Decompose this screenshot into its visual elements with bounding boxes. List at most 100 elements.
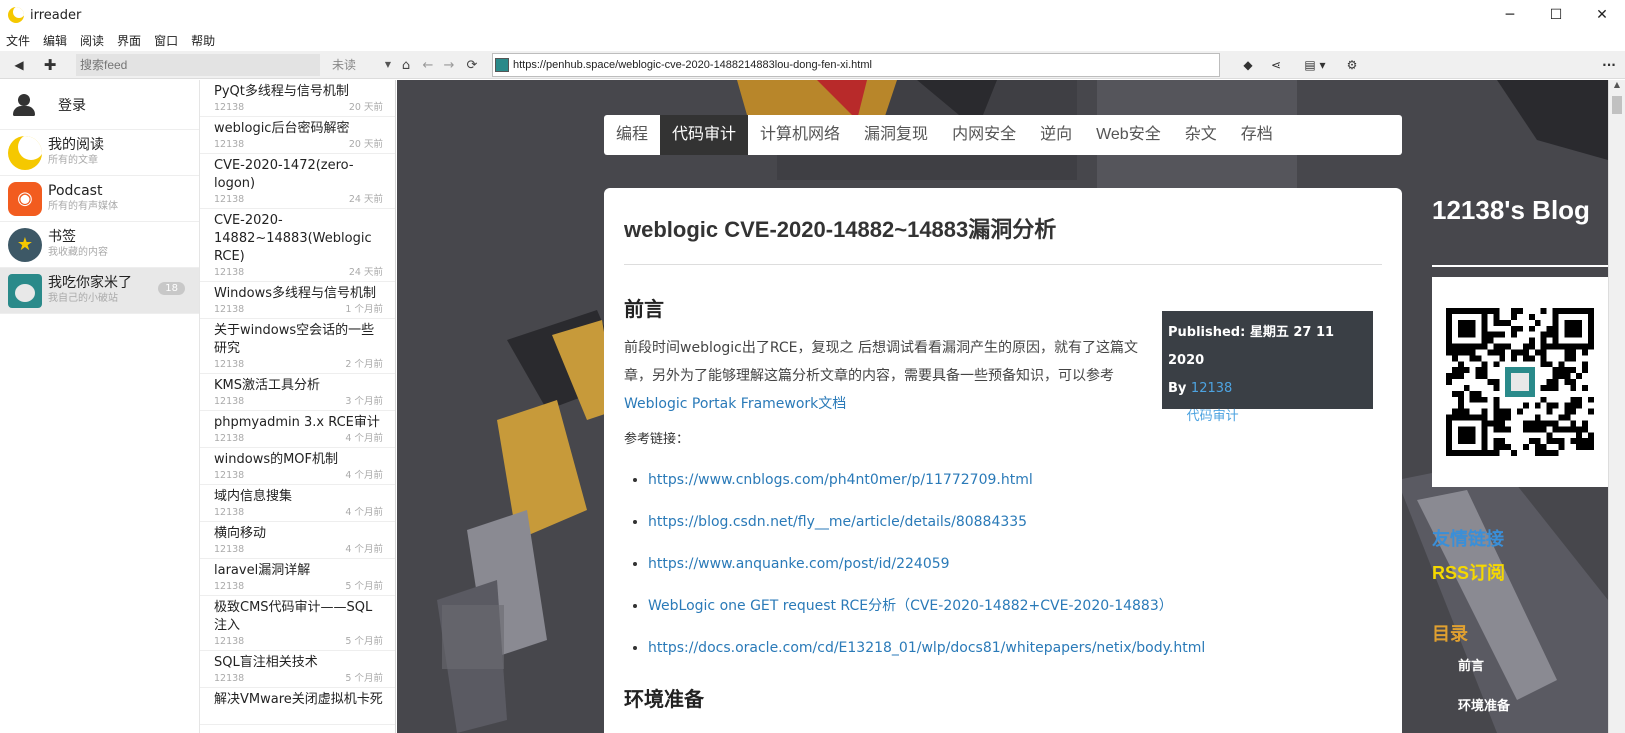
unread-filter-select[interactable]: 未读 ▼ — [329, 54, 394, 76]
list-item[interactable]: phpmyadmin 3.x RCE审计 12138 4 个月前 — [200, 411, 395, 448]
list-item: https://www.cnblogs.com/ph4nt0mer/p/1177… — [648, 459, 1382, 501]
rss-subscribe-link[interactable]: RSS订阅 — [1432, 559, 1505, 585]
feed-title: 我的阅读 — [48, 136, 104, 153]
search-feed-input[interactable] — [76, 54, 320, 76]
tab-misc[interactable]: 杂文 — [1173, 115, 1229, 155]
refresh-icon[interactable]: ⟳ — [462, 54, 482, 76]
url-bar[interactable]: https://penhub.space/weblogic-cve-2020-1… — [492, 53, 1220, 77]
tab-network[interactable]: 计算机网络 — [748, 115, 852, 155]
toolbar: ◀ ✚ 未读 ▼ ⌂ ← → ⟳ https://penhub.space/we… — [0, 51, 1625, 79]
article-time: 4 个月前 — [345, 433, 383, 444]
list-item[interactable]: KMS激活工具分析 12138 3 个月前 — [200, 374, 395, 411]
menu-bar: 文件 编辑 阅读 界面 窗口 帮助 — [0, 30, 1625, 50]
article-source: 12138 — [214, 673, 245, 684]
collapse-sidebar-icon[interactable]: ◀ — [8, 54, 30, 76]
reference-links: https://www.cnblogs.com/ph4nt0mer/p/1177… — [624, 459, 1382, 669]
reference-link[interactable]: https://www.cnblogs.com/ph4nt0mer/p/1177… — [648, 472, 1033, 488]
podcast-icon: ◉ — [8, 181, 42, 216]
share-icon[interactable]: ⋖ — [1265, 54, 1287, 76]
tab-web-security[interactable]: Web安全 — [1084, 115, 1173, 155]
blog-avatar-icon — [8, 273, 42, 308]
qr-code-graphic — [1446, 308, 1594, 456]
feed-title: Podcast — [48, 182, 103, 199]
tab-archive[interactable]: 存档 — [1229, 115, 1285, 155]
home-icon[interactable]: ⌂ — [396, 54, 416, 76]
menu-edit[interactable]: 编辑 — [43, 32, 67, 49]
list-item[interactable]: PyQt多线程与信号机制 12138 20 天前 — [200, 80, 395, 117]
feed-bookmarks[interactable]: ★ 书签 我收藏的内容 — [0, 222, 199, 268]
list-item[interactable]: 关于windows空会话的一些研究 12138 2 个月前 — [200, 319, 395, 374]
window-controls: ─ ☐ ✕ — [1487, 0, 1625, 30]
unread-count-badge: 18 — [158, 282, 185, 295]
menu-read[interactable]: 阅读 — [80, 32, 104, 49]
article-time: 2 个月前 — [345, 359, 383, 370]
article-title: weblogic后台密码解密 — [214, 121, 350, 136]
menu-view[interactable]: 界面 — [117, 32, 141, 49]
scroll-up-icon[interactable]: ▲ — [1609, 80, 1625, 94]
reference-link[interactable]: https://blog.csdn.net/fly__me/article/de… — [648, 514, 1027, 530]
more-options-icon[interactable]: ··· — [1598, 54, 1620, 76]
list-item[interactable]: SQL盲注相关技术 12138 5 个月前 — [200, 651, 395, 688]
forward-arrow-icon[interactable]: → — [439, 54, 459, 76]
list-item[interactable]: weblogic后台密码解密 12138 20 天前 — [200, 117, 395, 154]
article-time: 3 个月前 — [345, 396, 383, 407]
menu-window[interactable]: 窗口 — [154, 32, 178, 49]
list-item[interactable]: 解决VMware关闭虚拟机卡死 — [200, 688, 395, 725]
close-button[interactable]: ✕ — [1579, 0, 1625, 30]
tag-icon[interactable]: ◆ — [1237, 54, 1259, 76]
tab-intranet-security[interactable]: 内网安全 — [940, 115, 1028, 155]
list-item[interactable]: laravel漏洞详解 12138 5 个月前 — [200, 559, 395, 596]
list-item[interactable]: 域内信息搜集 12138 4 个月前 — [200, 485, 395, 522]
article-time: 1 个月前 — [345, 304, 383, 315]
toc-item-preface[interactable]: 前言 — [1458, 655, 1484, 674]
settings-gear-icon[interactable]: ⚙ — [1341, 54, 1363, 76]
tab-code-audit[interactable]: 代码审计 — [660, 115, 749, 155]
article-list: PyQt多线程与信号机制 12138 20 天前 weblogic后台密码解密 1213… — [200, 80, 396, 733]
feed-my-reading[interactable]: 我的阅读 所有的文章 — [0, 130, 199, 176]
feed-podcast[interactable]: ◉ Podcast 所有的有声媒体 — [0, 176, 199, 222]
article-source: 12138 — [214, 194, 245, 205]
list-item[interactable]: CVE-2020-14882~14883(Weblogic RCE) 12138 2… — [200, 209, 395, 282]
list-item[interactable]: Windows多线程与信号机制 12138 1 个月前 — [200, 282, 395, 319]
toc-item-environment[interactable]: 环境准备 — [1458, 695, 1510, 714]
reference-link[interactable]: https://www.anquanke.com/post/id/224059 — [648, 556, 950, 572]
web-content: 编程 代码审计 计算机网络 漏洞复现 内网安全 逆向 Web安全 杂文 存档 w… — [397, 80, 1608, 733]
article-title: 关于windows空会话的一些研究 — [214, 323, 375, 356]
login-item[interactable]: 登录 — [0, 80, 199, 130]
scrollbar-thumb[interactable] — [1612, 96, 1622, 114]
list-item[interactable]: CVE-2020-1472(zero-logon) 12138 24 天前 — [200, 154, 395, 209]
minimize-button[interactable]: ─ — [1487, 0, 1533, 30]
reader-mode-icon[interactable]: ▤ ▾ — [1298, 54, 1332, 76]
list-item[interactable]: windows的MOF机制 12138 4 个月前 — [200, 448, 395, 485]
feed-my-blog[interactable]: 我吃你家米了 我自己的小破站 18 — [0, 268, 199, 314]
category-link[interactable]: 代码审计 — [1187, 409, 1239, 424]
intro-link[interactable]: Weblogic Portak Framework文档 — [624, 396, 846, 412]
article-title: 横向移动 — [214, 526, 267, 541]
add-feed-icon[interactable]: ✚ — [39, 54, 61, 76]
list-item[interactable]: 横向移动 12138 4 个月前 — [200, 522, 395, 559]
maximize-button[interactable]: ☐ — [1533, 0, 1579, 30]
reference-link[interactable]: WebLogic one GET request RCE分析（CVE-2020-… — [648, 598, 1173, 614]
article-source: 12138 — [214, 359, 245, 370]
blog-nav-tabs: 编程 代码审计 计算机网络 漏洞复现 内网安全 逆向 Web安全 杂文 存档 — [604, 115, 1402, 155]
friend-links[interactable]: 友情链接 — [1432, 525, 1504, 551]
tab-programming[interactable]: 编程 — [604, 115, 660, 155]
article-title: weblogic CVE-2020-14882~14883漏洞分析 — [624, 212, 1382, 265]
list-item[interactable]: 极致CMS代码审计——SQL注入 12138 5 个月前 — [200, 596, 395, 651]
back-arrow-icon[interactable]: ← — [418, 54, 438, 76]
reference-link[interactable]: https://docs.oracle.com/cd/E13218_01/wlp… — [648, 640, 1205, 656]
menu-file[interactable]: 文件 — [6, 32, 30, 49]
tab-reverse[interactable]: 逆向 — [1028, 115, 1084, 155]
post-meta-box: Published: 星期五 27 11 2020 By 12138 In 代码… — [1162, 311, 1373, 424]
article-title: Windows多线程与信号机制 — [214, 286, 377, 301]
page-scrollbar[interactable]: ▲ — [1608, 80, 1625, 733]
article-source: 12138 — [214, 544, 245, 555]
tab-vuln-repro[interactable]: 漏洞复现 — [852, 115, 940, 155]
author-link[interactable]: 12138 — [1191, 381, 1232, 396]
feed-title: 我吃你家米了 — [48, 274, 132, 291]
menu-help[interactable]: 帮助 — [191, 32, 215, 49]
url-text: https://penhub.space/weblogic-cve-2020-1… — [513, 59, 872, 71]
user-icon — [12, 93, 36, 117]
login-label: 登录 — [58, 97, 86, 114]
article-source: 12138 — [214, 267, 245, 278]
